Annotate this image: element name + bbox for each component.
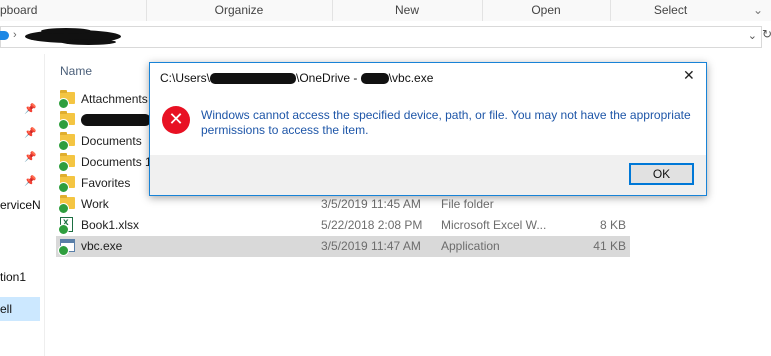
onedrive-icon — [0, 31, 9, 40]
pin-icon[interactable]: 📌 — [24, 104, 36, 115]
file-name: Favorites — [81, 176, 131, 190]
ok-button[interactable]: OK — [629, 163, 694, 185]
nav-item-ell: ell — [0, 302, 13, 316]
sync-status-icon — [58, 182, 69, 193]
file-name: Attachments — [81, 92, 148, 106]
redacted-org-scribble — [360, 73, 389, 85]
file-size: 41 KB — [593, 239, 626, 253]
nav-item-serviceN[interactable]: erviceN — [0, 198, 41, 212]
sync-status-icon — [58, 140, 69, 151]
pin-icon[interactable]: 📌 — [24, 176, 36, 187]
sync-status-icon — [58, 161, 69, 172]
pin-icon[interactable]: 📌 — [24, 152, 36, 163]
dialog-title-suffix: \vbc.exe — [388, 71, 434, 85]
file-date: 5/22/2018 2:08 PM — [321, 218, 423, 232]
pin-icon[interactable]: 📌 — [24, 128, 36, 139]
file-row-book1[interactable]: Book1.xlsx 5/22/2018 2:08 PM Microsoft E… — [56, 215, 630, 236]
file-row-work[interactable]: Work 3/5/2019 11:45 AM File folder — [56, 194, 630, 215]
breadcrumb-separator-icon[interactable]: › — [13, 29, 17, 41]
redacted-username-scribble — [210, 73, 297, 85]
address-history-dropdown-icon[interactable]: ⌄ — [748, 29, 757, 42]
column-header-name[interactable]: Name — [60, 64, 92, 78]
nav-item-tion1[interactable]: tion1 — [0, 270, 26, 284]
close-icon[interactable]: ✕ — [683, 67, 695, 84]
sync-status-icon — [58, 245, 69, 256]
dialog-footer: OK — [150, 155, 706, 195]
file-type: File folder — [441, 197, 494, 211]
collapse-ribbon-icon[interactable]: ⌄ — [748, 0, 768, 21]
file-date: 3/5/2019 11:47 AM — [321, 239, 421, 253]
dialog-title: C:\Users\ \OneDrive - \vbc.exe — [160, 71, 433, 85]
dialog-message: Windows cannot access the specified devi… — [201, 108, 691, 137]
ribbon-group-select: Select — [653, 3, 688, 17]
ribbon-group-organize: Organize — [146, 0, 333, 21]
file-name: vbc.exe — [81, 239, 123, 253]
sync-status-icon — [58, 119, 69, 130]
file-name: Documents 1 — [81, 155, 152, 169]
address-bar-row: › ⌄ ↻ — [0, 21, 771, 54]
file-date: 3/5/2019 11:45 AM — [321, 197, 421, 211]
dialog-title-prefix: C:\Users\ — [160, 71, 211, 85]
ribbon-group-new: New — [332, 0, 483, 21]
address-bar[interactable]: › ⌄ — [0, 26, 762, 48]
ribbon-group-clipboard: pboard — [0, 0, 147, 21]
error-dialog: C:\Users\ \OneDrive - \vbc.exe ✕ ✕ Window… — [149, 62, 707, 196]
nav-item-selected[interactable]: ell — [0, 297, 40, 321]
dialog-title-mid: \OneDrive - — [296, 71, 361, 85]
sync-status-icon — [58, 203, 69, 214]
navigation-pane: 📌 📌 📌 📌 erviceN tion1 ell — [0, 54, 45, 356]
file-type: Microsoft Excel W... — [441, 218, 547, 232]
ribbon-group-labels: pboard Organize New Open Select ⌄ — [0, 0, 771, 22]
error-icon: ✕ — [162, 106, 190, 134]
sync-status-icon — [58, 224, 69, 235]
sync-status-icon — [58, 98, 69, 109]
file-name: Book1.xlsx — [81, 218, 140, 232]
file-name: Documents — [81, 134, 142, 148]
file-row-vbc-exe[interactable]: vbc.exe 3/5/2019 11:47 AM Application 41… — [56, 236, 630, 257]
ribbon-group-open: Open — [482, 0, 611, 21]
refresh-icon[interactable]: ↻ — [762, 27, 771, 41]
file-size: 8 KB — [599, 218, 626, 232]
file-type: Application — [441, 239, 500, 253]
file-name: Work — [81, 197, 109, 211]
